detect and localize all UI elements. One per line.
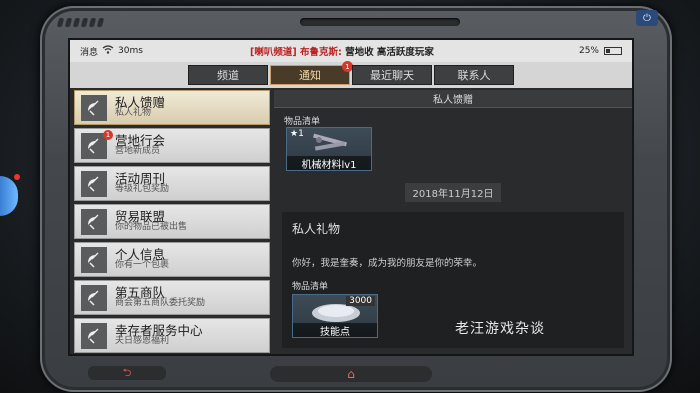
bottom-nav: ⮌ ⌂	[80, 360, 620, 382]
tab-label: 频道	[217, 69, 239, 82]
sidebar-item-private-gift[interactable]: 私人馈赠 私人礼物	[74, 90, 270, 125]
letter-body: 你好，我是奎奏，成为我的朋友是你的荣幸。	[292, 258, 483, 269]
home-button[interactable]: ⌂	[270, 366, 432, 382]
sidebar-item-weekly-events[interactable]: 活动周刊 等级礼包奖励	[74, 166, 270, 201]
satellite-dish-icon	[81, 284, 107, 311]
tab-label: 最近聊天	[370, 69, 414, 82]
sidebar-item-subtitle: 夫日感恩福利	[115, 336, 170, 347]
battery-percent: 25%	[578, 46, 599, 56]
sidebar-item-subtitle: 私人礼物	[115, 108, 152, 119]
notification-list: 私人馈赠 私人礼物 1 营地行会 营地新成员 活动周刊 等级礼包奖励 贸易联盟 你的物品…	[74, 90, 270, 354]
ticker-prefix: [喇叭频道] 布鲁克斯:	[250, 47, 342, 58]
satellite-dish-icon	[81, 94, 107, 121]
broadcast-ticker: [喇叭频道] 布鲁克斯: 营地收 高活跃度玩家	[250, 44, 579, 58]
frame-vents	[56, 18, 105, 27]
signal-label: 消息	[80, 47, 99, 58]
ping-value: 30ms	[118, 46, 143, 56]
sidebar-item-subtitle: 商会第五商队委托奖励	[115, 298, 206, 309]
item-card-mechanical-material[interactable]: ★1 机械材料lv1	[286, 127, 372, 171]
sidebar-item-subtitle: 你的物品已被出售	[115, 222, 188, 233]
power-icon[interactable]: ⏻	[636, 10, 658, 26]
tab-bar: 频道 通知 1 最近聊天 联系人	[70, 61, 632, 88]
tab-recent-chats[interactable]: 最近聊天	[352, 65, 432, 85]
satellite-dish-icon	[81, 170, 107, 197]
unread-badge: 1	[103, 130, 113, 140]
tab-label: 通知	[299, 69, 321, 82]
frame-top-slot	[300, 18, 460, 26]
status-bar: 消息 30ms [喇叭频道] 布鲁克斯: 营地收 高活跃度玩家 25%	[70, 40, 632, 62]
phone-screen: 消息 30ms [喇叭频道] 布鲁克斯: 营地收 高活跃度玩家 25% 频道 通…	[68, 38, 634, 356]
tab-label: 联系人	[457, 69, 491, 82]
message-detail: 私人馈赠 物品清单 ★1 机械材料lv1 2018年11月12日 私人礼物 你好…	[274, 90, 632, 354]
wifi-icon	[102, 45, 114, 57]
sidebar-item-camp-guild[interactable]: 1 营地行会 营地新成员	[74, 128, 270, 163]
satellite-dish-icon	[81, 246, 107, 273]
back-button[interactable]: ⮌	[88, 366, 166, 380]
message-date: 2018年11月12日	[404, 183, 502, 202]
sidebar-item-personal-info[interactable]: 个人信息 你有一个包裹	[74, 242, 270, 277]
sidebar-item-subtitle: 你有一个包裹	[115, 260, 170, 271]
item-count: ★1	[290, 129, 304, 139]
sidebar-item-subtitle: 等级礼包奖励	[115, 184, 170, 195]
items-list-label: 物品清单	[284, 117, 321, 127]
battery-icon	[604, 47, 622, 55]
tab-contacts[interactable]: 联系人	[434, 65, 514, 85]
tab-notifications[interactable]: 通知 1	[270, 61, 353, 85]
item-name: 机械材料lv1	[287, 156, 371, 171]
item-quantity: 3000	[346, 296, 375, 306]
tab-channel[interactable]: 频道	[188, 65, 268, 85]
sidebar-item-subtitle: 营地新成员	[115, 146, 161, 157]
ticker-text: 营地收 高活跃度玩家	[345, 47, 434, 58]
watermark: 老汪游戏杂谈	[455, 321, 545, 337]
letter-title: 私人礼物	[292, 222, 341, 236]
back-arrow-icon: ⮌	[122, 365, 132, 379]
letter-panel: 私人礼物 你好，我是奎奏，成为我的朋友是你的荣幸。 物品清单 3000 技能点	[282, 212, 624, 348]
item-name: 技能点	[293, 323, 377, 338]
sidebar-item-survivor-service[interactable]: 幸存者服务中心 夫日感恩福利	[74, 318, 270, 353]
floating-assistant-button[interactable]	[0, 174, 20, 216]
home-icon: ⌂	[347, 367, 355, 381]
message-header: 私人馈赠	[274, 90, 632, 108]
items-list-label: 物品清单	[292, 282, 329, 292]
sidebar-item-trade-alliance[interactable]: 贸易联盟 你的物品已被出售	[74, 204, 270, 239]
satellite-dish-icon	[81, 322, 107, 349]
satellite-dish-icon	[81, 208, 107, 235]
item-card-skill-points[interactable]: 3000 技能点	[292, 294, 378, 338]
sidebar-item-fifth-caravan[interactable]: 第五商队 商会第五商队委托奖励	[74, 280, 270, 315]
